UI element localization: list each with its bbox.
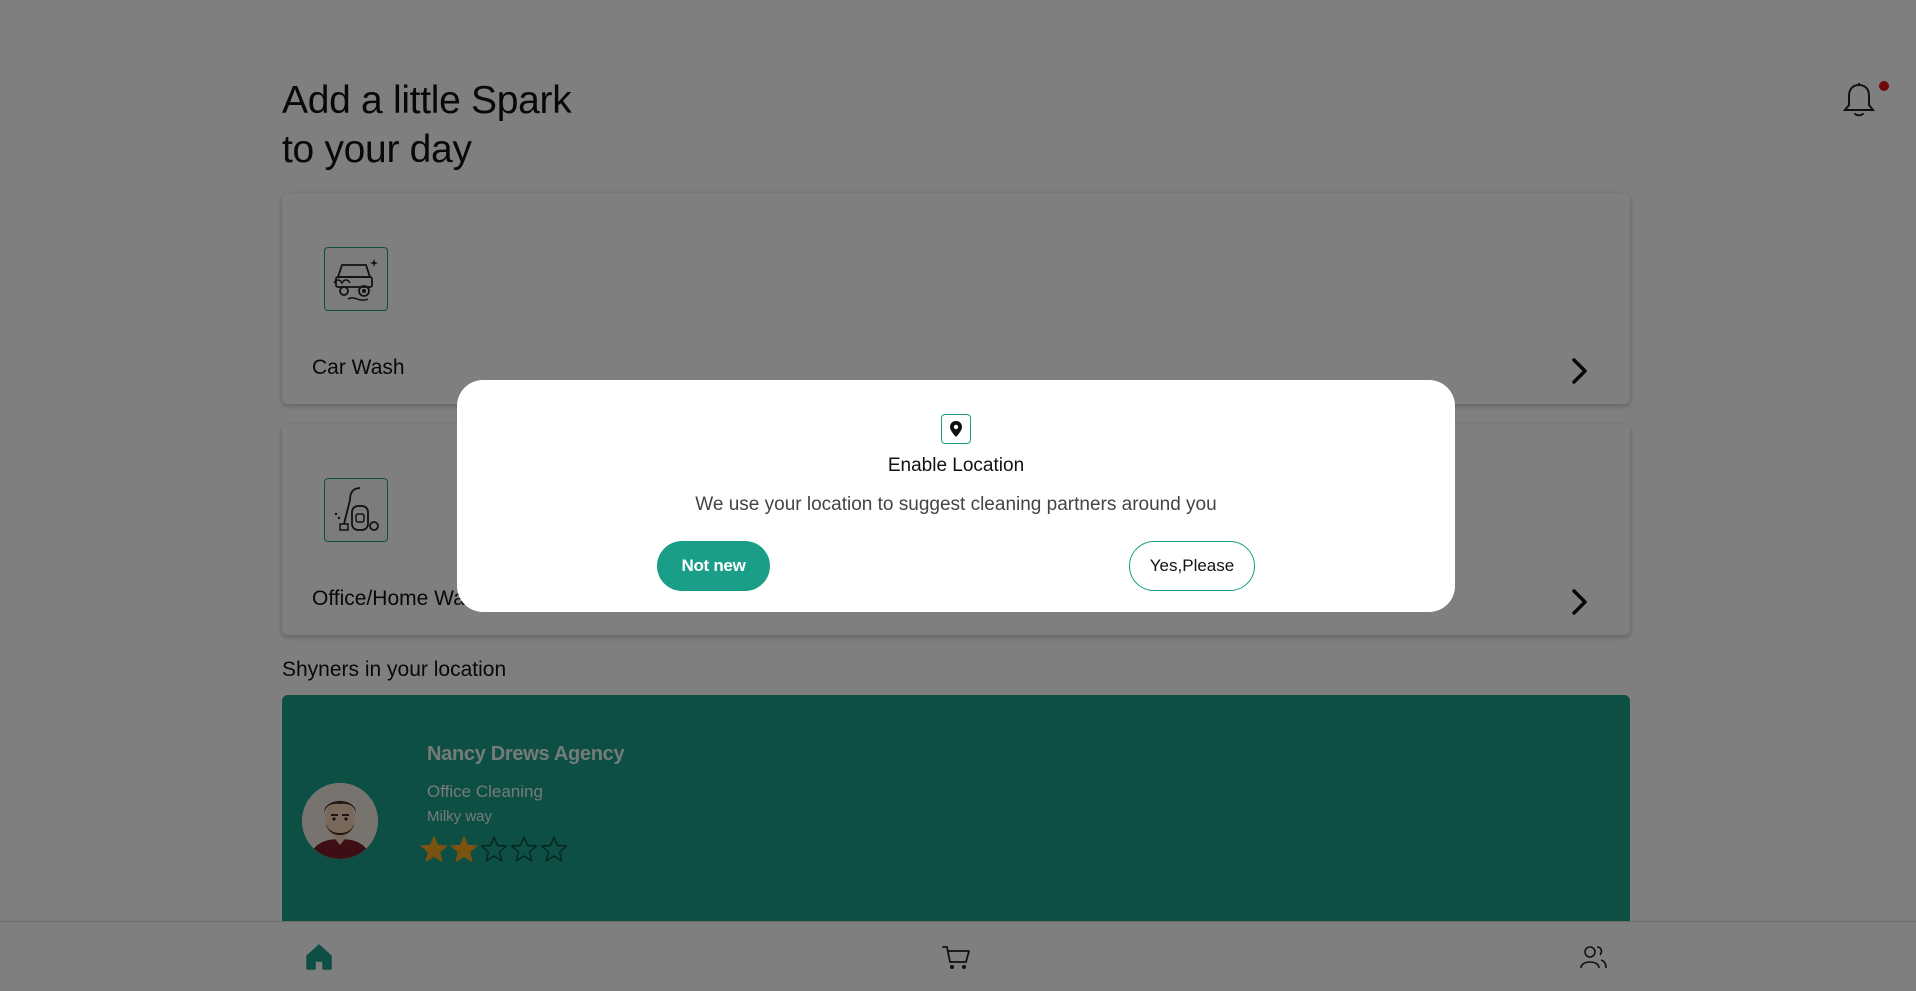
dialog-title: Enable Location bbox=[887, 455, 1025, 476]
not-now-button[interactable]: Not new bbox=[657, 541, 770, 591]
enable-location-dialog: Enable Location We use your location to … bbox=[457, 380, 1455, 612]
yes-please-button[interactable]: Yes,Please bbox=[1129, 541, 1255, 591]
dialog-message: We use your location to suggest cleaning… bbox=[695, 494, 1217, 515]
location-pin-icon bbox=[941, 414, 971, 444]
